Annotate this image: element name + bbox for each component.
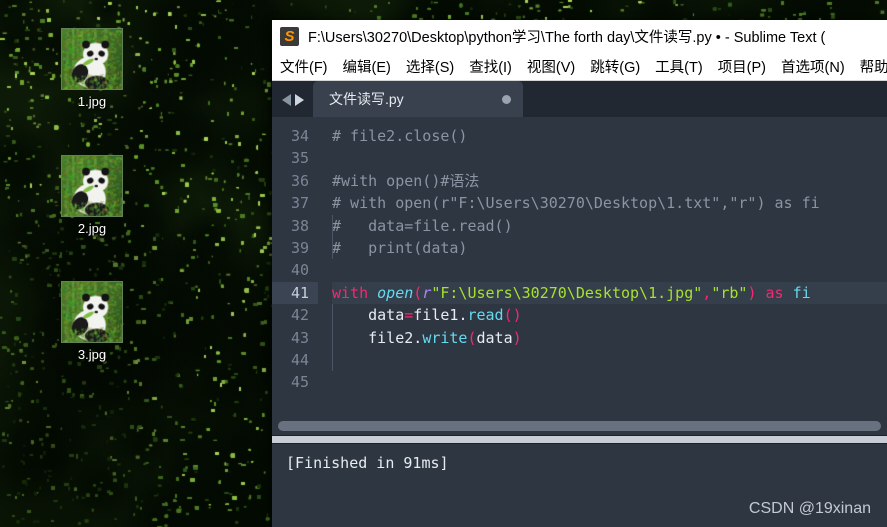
code-line[interactable]: # data=file.read() xyxy=(332,215,887,237)
desktop-icon-3-jpg[interactable]: 3.jpg xyxy=(37,281,147,362)
code-token: ( xyxy=(467,328,477,347)
code-line[interactable]: # print(data) xyxy=(332,237,887,259)
code-token: ) xyxy=(512,328,522,347)
logo-glyph: S xyxy=(284,27,295,45)
indent-guide xyxy=(332,304,333,372)
menu-item-0[interactable]: 文件(F) xyxy=(280,56,328,77)
line-number: 35 xyxy=(290,149,309,168)
menu-item-9[interactable]: 帮助 xyxy=(860,56,887,77)
code-line[interactable]: # with open(r"F:\Users\30270\Desktop\1.t… xyxy=(332,192,887,214)
code-token: # data=file.read() xyxy=(332,216,513,235)
build-output-console: [Finished in 91ms] CSDN @19xinan xyxy=(272,444,887,527)
code-line[interactable] xyxy=(332,147,887,169)
line-number: 44 xyxy=(290,350,309,369)
code-token: () xyxy=(503,306,522,325)
menu-item-2[interactable]: 选择(S) xyxy=(406,56,454,77)
desktop-icon-label: 1.jpg xyxy=(77,94,107,109)
code-token: r xyxy=(422,283,432,302)
menu-bar[interactable]: 文件(F) 编辑(E) 选择(S) 查找(I) 视图(V) 跳转(G) 工具(T) 项目(P)… xyxy=(272,52,887,81)
image-thumbnail-icon xyxy=(61,28,123,90)
line-number: 45 xyxy=(290,373,309,392)
code-token: . xyxy=(413,328,423,347)
code-token: # with open(r"F:\Users\30270\Desktop\1.t… xyxy=(332,194,820,213)
code-line[interactable]: with open(r"F:\Users\30270\Desktop\1.jpg… xyxy=(332,281,887,305)
code-token: file2 xyxy=(332,328,414,347)
menu-item-1[interactable]: 编辑(E) xyxy=(343,56,391,77)
code-token: # file2.close() xyxy=(332,127,468,145)
code-token: "F:\Users\30270\Desktop\1.jpg" xyxy=(431,283,703,302)
title-bar: S F:\Users\30270\Desktop\python学习\The fo… xyxy=(272,20,887,52)
code-line[interactable] xyxy=(332,349,887,371)
triangle-left-icon[interactable] xyxy=(282,94,291,106)
editor-horizontal-scrollbar[interactable] xyxy=(272,418,887,435)
code-token: = xyxy=(404,306,414,325)
tab-bar: 文件读写.py xyxy=(272,81,887,117)
desktop-icon-2-jpg[interactable]: 2.jpg xyxy=(37,155,147,236)
scrollbar-thumb[interactable] xyxy=(278,421,881,431)
code-token: read xyxy=(467,306,504,325)
code-token: with xyxy=(332,283,378,302)
desktop-icon-label: 2.jpg xyxy=(77,221,107,236)
panel-separator[interactable] xyxy=(272,435,887,444)
menu-item-6[interactable]: 工具(T) xyxy=(655,56,703,77)
desktop-icon-1-jpg[interactable]: 1.jpg xyxy=(37,28,147,109)
window-title: F:\Users\30270\Desktop\python学习\The fort… xyxy=(308,29,826,46)
code-token: "rb" xyxy=(711,283,748,302)
line-number: 36 xyxy=(290,171,309,190)
tab-navigation[interactable] xyxy=(272,94,313,117)
code-token: , xyxy=(702,283,712,302)
watermark-text: CSDN @19xinan xyxy=(748,500,871,517)
code-line[interactable]: file2.write(data) xyxy=(332,327,887,349)
tab-label: 文件读写.py xyxy=(329,91,404,107)
line-number: 41 xyxy=(272,281,318,305)
line-number: 40 xyxy=(290,261,309,280)
code-content[interactable]: # file2.close() #with open()#语法 # with op… xyxy=(318,117,887,418)
editor-tab[interactable]: 文件读写.py xyxy=(313,81,523,117)
menu-item-8[interactable]: 首选项(N) xyxy=(781,56,845,77)
triangle-right-icon[interactable] xyxy=(295,94,304,106)
code-token: write xyxy=(422,328,468,347)
code-view[interactable]: 34 35 36 37 38 39 40 41 42 43 44 45 # file2.close()… xyxy=(272,117,887,418)
editor-area: 34 35 36 37 38 39 40 41 42 43 44 45 # file2.close()… xyxy=(272,117,887,435)
console-output-text: [Finished in 91ms] xyxy=(286,454,449,472)
code-token: data xyxy=(476,328,513,347)
menu-item-7[interactable]: 项目(P) xyxy=(718,56,766,77)
menu-item-5[interactable]: 跳转(G) xyxy=(590,56,640,77)
code-token: ( xyxy=(413,283,423,302)
code-line[interactable] xyxy=(332,371,887,393)
code-line[interactable]: #with open()#语法 xyxy=(332,170,887,192)
menu-item-4[interactable]: 视图(V) xyxy=(527,56,575,77)
code-line[interactable]: # file2.close() xyxy=(332,125,887,147)
code-token: # print(data) xyxy=(332,238,468,257)
code-token: as xyxy=(756,283,793,302)
menu-item-3[interactable]: 查找(I) xyxy=(469,56,512,77)
code-line[interactable]: data=file1.read() xyxy=(332,304,887,326)
image-thumbnail-icon xyxy=(61,281,123,343)
code-token: fi xyxy=(792,283,811,302)
line-number: 38 xyxy=(290,216,309,235)
code-token: file1 xyxy=(413,306,459,325)
line-number: 43 xyxy=(290,328,309,347)
sublime-text-window: S F:\Users\30270\Desktop\python学习\The fo… xyxy=(272,20,887,527)
code-token: #with open()#语法 xyxy=(332,171,480,190)
code-token: data xyxy=(332,306,405,325)
indent-guide xyxy=(332,214,333,260)
line-number: 37 xyxy=(290,194,309,213)
code-token: open xyxy=(377,283,414,302)
image-thumbnail-icon xyxy=(61,155,123,217)
unsaved-changes-dot-icon xyxy=(502,94,511,104)
sublime-text-logo-icon: S xyxy=(280,26,299,46)
line-number: 39 xyxy=(290,238,309,257)
line-number-gutter: 34 35 36 37 38 39 40 41 42 43 44 45 xyxy=(272,117,318,418)
code-line[interactable] xyxy=(332,259,887,281)
desktop-icon-label: 3.jpg xyxy=(77,347,107,362)
line-number: 42 xyxy=(290,306,309,325)
line-number: 34 xyxy=(290,127,309,145)
